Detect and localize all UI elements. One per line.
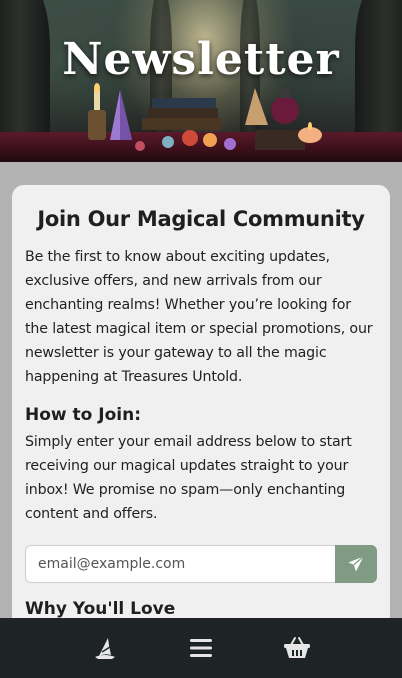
newsletter-card: Join Our Magical Community Be the first …: [12, 185, 390, 655]
hero-banner: Newsletter: [0, 0, 402, 162]
intro-paragraph: Be the first to know about exciting upda…: [25, 249, 373, 385]
wizard-hat-icon: [95, 638, 115, 659]
page-title: Newsletter: [62, 34, 340, 85]
nav-item-basket[interactable]: [249, 618, 345, 678]
magic-items-illustration: [88, 83, 322, 151]
bottom-nav: [0, 618, 402, 678]
nav-item-home[interactable]: [57, 618, 153, 678]
paper-plane-icon: [348, 556, 364, 572]
menu-icon: [190, 639, 212, 657]
how-to-join-heading: How to Join:: [25, 405, 141, 425]
email-input[interactable]: [25, 545, 335, 583]
nav-item-menu[interactable]: [153, 618, 249, 678]
subscribe-form: [25, 545, 377, 583]
subscribe-button[interactable]: [335, 545, 377, 583]
how-to-join-paragraph: Simply enter your email address below to…: [25, 434, 352, 522]
card-title: Join Our Magical Community: [37, 207, 365, 231]
basket-icon: [284, 637, 310, 658]
why-love-heading: Why You'll Love: [25, 599, 176, 619]
